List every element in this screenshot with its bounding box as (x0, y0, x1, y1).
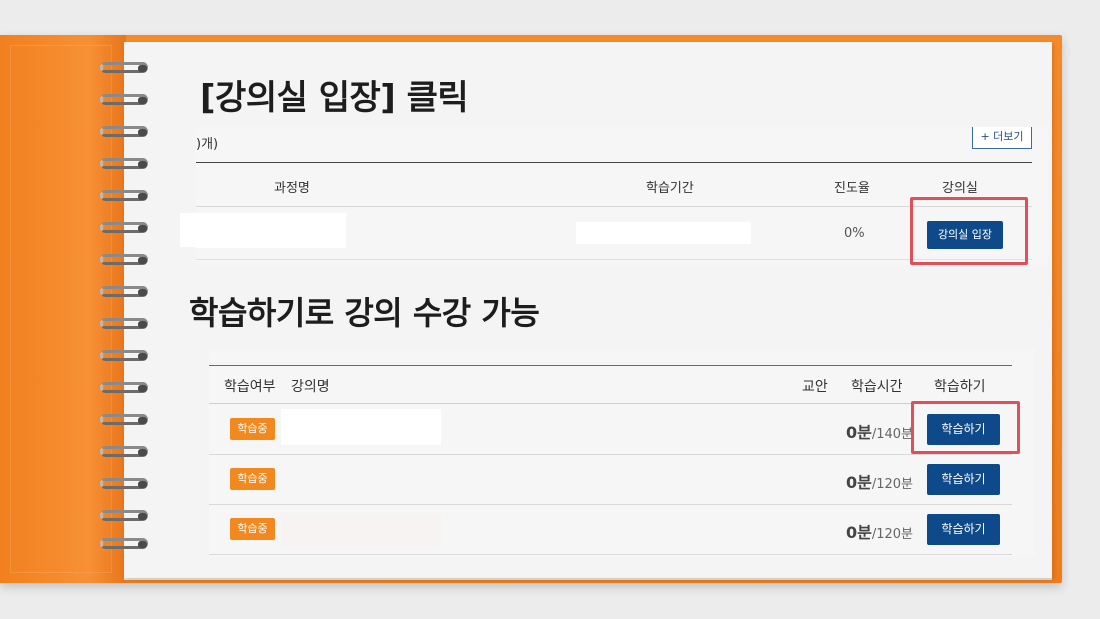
study-button[interactable]: 학습하기 (927, 514, 1000, 545)
progress-value: 0% (844, 226, 865, 241)
lecture-table-header: 학습여부 강의명 교안 학습시간 학습하기 (209, 366, 1012, 404)
highlight-box-study-button (911, 401, 1020, 454)
spiral-ring (94, 478, 156, 492)
header-lecture-name: 강의명 (291, 379, 330, 395)
spiral-ring (94, 286, 156, 300)
header-classroom: 강의실 (942, 181, 978, 196)
studied-minutes: 0분 (846, 423, 872, 442)
redacted-course-name-overlay (180, 213, 346, 247)
spiral-ring (94, 126, 156, 140)
studied-minutes: 0분 (846, 523, 872, 542)
highlight-box-enter-classroom (910, 197, 1028, 265)
status-badge: 학습중 (230, 518, 275, 540)
heading-study-available: 학습하기로 강의 수강 가능 (189, 294, 540, 332)
spiral-ring (94, 350, 156, 364)
spiral-ring (94, 318, 156, 332)
course-table-header: 과정명 학습기간 진도율 강의실 (196, 163, 1032, 207)
study-time: 0분/140분 (846, 419, 913, 443)
table-row: 학습중 0분/140분 학습하기 (209, 405, 1012, 455)
spiral-ring (94, 62, 156, 76)
status-badge: 학습중 (230, 468, 275, 490)
spiral-ring (94, 414, 156, 428)
study-button[interactable]: 학습하기 (927, 464, 1000, 495)
spiral-ring (94, 382, 156, 396)
more-button[interactable]: + 더보기 (972, 127, 1032, 149)
table-row: 학습중 0분/120분 학습하기 (209, 505, 1012, 555)
heading-enter-classroom: [강의실 입장] 클릭 (200, 78, 469, 118)
spiral-ring (94, 510, 156, 524)
redacted-lecture-name (281, 409, 441, 445)
header-study-status: 학습여부 (224, 379, 276, 395)
total-minutes: /140분 (871, 427, 914, 442)
table-row: 학습중 0분/120분 학습하기 (209, 455, 1012, 505)
redacted-study-period (576, 222, 751, 244)
spiral-ring (94, 190, 156, 204)
total-minutes: /120분 (871, 527, 914, 542)
spiral-ring (94, 254, 156, 268)
course-count-label: )개) (196, 137, 219, 152)
total-minutes: /120분 (871, 477, 914, 492)
header-study-period: 학습기간 (646, 181, 694, 196)
redacted-lecture-name (281, 513, 441, 547)
header-course-name: 과정명 (274, 181, 310, 196)
studied-minutes: 0분 (846, 473, 872, 492)
spiral-ring (94, 158, 156, 172)
spiral-ring (94, 94, 156, 108)
spiral-ring (94, 538, 156, 552)
spiral-ring (94, 446, 156, 460)
header-material: 교안 (802, 379, 828, 395)
spiral-binding (94, 62, 158, 552)
spiral-ring (94, 222, 156, 236)
header-study-action: 학습하기 (934, 379, 986, 395)
status-badge: 학습중 (230, 418, 275, 440)
study-time: 0분/120분 (846, 469, 913, 493)
header-study-time: 학습시간 (851, 379, 903, 395)
study-time: 0분/120분 (846, 519, 913, 543)
header-progress: 진도율 (834, 181, 870, 196)
